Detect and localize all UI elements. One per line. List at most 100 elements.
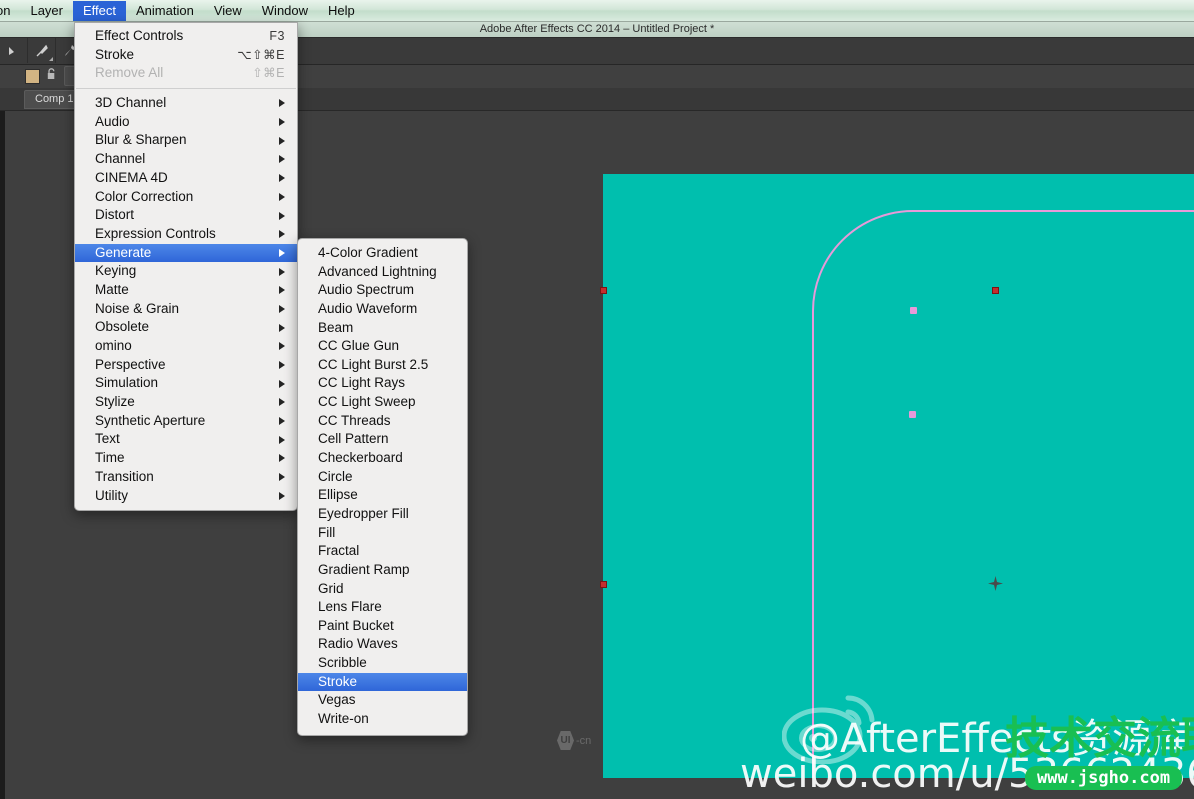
submenu-arrow-icon xyxy=(279,99,285,107)
generate-item-paint-bucket[interactable]: Paint Bucket xyxy=(298,617,467,636)
effect-menu-item-time[interactable]: Time xyxy=(75,449,297,468)
generate-item-cc-light-sweep[interactable]: CC Light Sweep xyxy=(298,393,467,412)
generate-item-lens-flare[interactable]: Lens Flare xyxy=(298,598,467,617)
effect-menu-item-noise-grain[interactable]: Noise & Grain xyxy=(75,300,297,319)
effect-menu-item-matte[interactable]: Matte xyxy=(75,281,297,300)
menu-item-label: Grid xyxy=(318,580,457,599)
generate-item-gradient-ramp[interactable]: Gradient Ramp xyxy=(298,561,467,580)
effect-menu-item-omino[interactable]: omino xyxy=(75,337,297,356)
effect-menu-item-obsolete[interactable]: Obsolete xyxy=(75,318,297,337)
effect-menu-item-synthetic-aperture[interactable]: Synthetic Aperture xyxy=(75,412,297,431)
generate-item-eyedropper-fill[interactable]: Eyedropper Fill xyxy=(298,505,467,524)
generate-item-circle[interactable]: Circle xyxy=(298,468,467,487)
effect-menu-item-text[interactable]: Text xyxy=(75,430,297,449)
comp-canvas[interactable] xyxy=(603,174,1194,778)
generate-item-audio-spectrum[interactable]: Audio Spectrum xyxy=(298,281,467,300)
generate-item-cc-light-burst-2-5[interactable]: CC Light Burst 2.5 xyxy=(298,356,467,375)
effect-menu-item-3d-channel[interactable]: 3D Channel xyxy=(75,94,297,113)
effect-menu-item-effect-controls[interactable]: Effect ControlsF3 xyxy=(75,27,297,46)
generate-item-vegas[interactable]: Vegas xyxy=(298,691,467,710)
generate-item-4-color-gradient[interactable]: 4-Color Gradient xyxy=(298,244,467,263)
submenu-arrow-icon xyxy=(279,174,285,182)
menu-item-label: Checkerboard xyxy=(318,449,457,468)
menu-item-label: Expression Controls xyxy=(95,225,269,244)
submenu-arrow-icon xyxy=(279,454,285,462)
effect-menu-item-generate[interactable]: Generate xyxy=(75,244,297,263)
generate-item-radio-waves[interactable]: Radio Waves xyxy=(298,635,467,654)
menubar-item-window[interactable]: Window xyxy=(252,1,318,21)
menu-item-label: CC Glue Gun xyxy=(318,337,457,356)
generate-item-grid[interactable]: Grid xyxy=(298,580,467,599)
menu-item-label: Gradient Ramp xyxy=(318,561,457,580)
submenu-arrow-icon xyxy=(279,380,285,388)
effect-menu-item-perspective[interactable]: Perspective xyxy=(75,356,297,375)
generate-item-write-on[interactable]: Write-on xyxy=(298,710,467,729)
menu-item-label: Matte xyxy=(95,281,269,300)
menu-item-label: Stroke xyxy=(318,673,457,692)
effect-menu-item-simulation[interactable]: Simulation xyxy=(75,374,297,393)
effect-menu-item-transition[interactable]: Transition xyxy=(75,468,297,487)
menu-item-label: CINEMA 4D xyxy=(95,169,269,188)
submenu-arrow-icon xyxy=(279,436,285,444)
submenu-arrow-icon xyxy=(279,137,285,145)
effect-menu-item-channel[interactable]: Channel xyxy=(75,150,297,169)
selection-handle-top-center[interactable] xyxy=(992,287,999,294)
menubar-item-help[interactable]: Help xyxy=(318,1,365,21)
generate-item-cc-glue-gun[interactable]: CC Glue Gun xyxy=(298,337,467,356)
generate-item-beam[interactable]: Beam xyxy=(298,319,467,338)
mask-vertex[interactable] xyxy=(909,411,916,418)
effect-menu[interactable]: Effect ControlsF3Stroke⌥⇧⌘ERemove All⇧⌘E… xyxy=(74,22,298,511)
effect-menu-item-audio[interactable]: Audio xyxy=(75,113,297,132)
generate-item-cc-threads[interactable]: CC Threads xyxy=(298,412,467,431)
effect-menu-item-cinema-4d[interactable]: CINEMA 4D xyxy=(75,169,297,188)
effect-menu-item-distort[interactable]: Distort xyxy=(75,206,297,225)
menubar-item-layer[interactable]: Layer xyxy=(20,1,73,21)
generate-item-fractal[interactable]: Fractal xyxy=(298,542,467,561)
jsgho-badge-watermark: www.jsgho.com xyxy=(1025,766,1182,790)
menubar-item-view[interactable]: View xyxy=(204,1,252,21)
generate-item-scribble[interactable]: Scribble xyxy=(298,654,467,673)
menu-item-label: omino xyxy=(95,337,269,356)
effect-menu-item-utility[interactable]: Utility xyxy=(75,487,297,506)
effect-menu-item-stylize[interactable]: Stylize xyxy=(75,393,297,412)
anchor-point-icon[interactable] xyxy=(988,576,1003,591)
menu-separator xyxy=(76,88,296,89)
effect-menu-item-blur-sharpen[interactable]: Blur & Sharpen xyxy=(75,131,297,150)
pen-tool-icon[interactable] xyxy=(0,38,28,63)
generate-item-stroke[interactable]: Stroke xyxy=(298,673,467,692)
submenu-arrow-icon xyxy=(279,118,285,126)
menubar-item-effect[interactable]: Effect xyxy=(73,1,126,21)
menu-item-label: Ellipse xyxy=(318,486,457,505)
menu-item-label: 3D Channel xyxy=(95,94,269,113)
menu-item-label: Effect Controls xyxy=(95,27,255,46)
brush-tool-icon[interactable] xyxy=(28,38,56,63)
submenu-arrow-icon xyxy=(279,155,285,163)
generate-item-checkerboard[interactable]: Checkerboard xyxy=(298,449,467,468)
generate-item-fill[interactable]: Fill xyxy=(298,524,467,543)
menu-item-label: Radio Waves xyxy=(318,635,457,654)
generate-item-cell-pattern[interactable]: Cell Pattern xyxy=(298,430,467,449)
effect-menu-item-color-correction[interactable]: Color Correction xyxy=(75,188,297,207)
effect-menu-item-stroke[interactable]: Stroke⌥⇧⌘E xyxy=(75,46,297,65)
lock-icon[interactable] xyxy=(47,67,56,85)
generate-item-cc-light-rays[interactable]: CC Light Rays xyxy=(298,374,467,393)
menu-item-label: Keying xyxy=(95,262,269,281)
uicn-watermark: UI -cn xyxy=(557,731,591,750)
menu-item-label: Time xyxy=(95,449,269,468)
generate-item-audio-waveform[interactable]: Audio Waveform xyxy=(298,300,467,319)
mask-vertex[interactable] xyxy=(910,307,917,314)
selection-handle-middle-left[interactable] xyxy=(600,581,607,588)
menu-item-label: Simulation xyxy=(95,374,269,393)
generate-item-advanced-lightning[interactable]: Advanced Lightning xyxy=(298,263,467,282)
effect-menu-item-expression-controls[interactable]: Expression Controls xyxy=(75,225,297,244)
macos-menu-bar: onLayerEffectAnimationViewWindowHelp xyxy=(0,0,1194,22)
menubar-item-on[interactable]: on xyxy=(0,1,20,21)
generate-submenu[interactable]: 4-Color GradientAdvanced LightningAudio … xyxy=(297,238,468,736)
layer-color-swatch[interactable] xyxy=(25,69,40,84)
menubar-item-animation[interactable]: Animation xyxy=(126,1,204,21)
selection-handle-top-left[interactable] xyxy=(600,287,607,294)
after-effects-window: Adobe After Effects CC 2014 – Untitled P… xyxy=(0,0,1194,799)
menu-item-label: Noise & Grain xyxy=(95,300,269,319)
generate-item-ellipse[interactable]: Ellipse xyxy=(298,486,467,505)
effect-menu-item-keying[interactable]: Keying xyxy=(75,262,297,281)
